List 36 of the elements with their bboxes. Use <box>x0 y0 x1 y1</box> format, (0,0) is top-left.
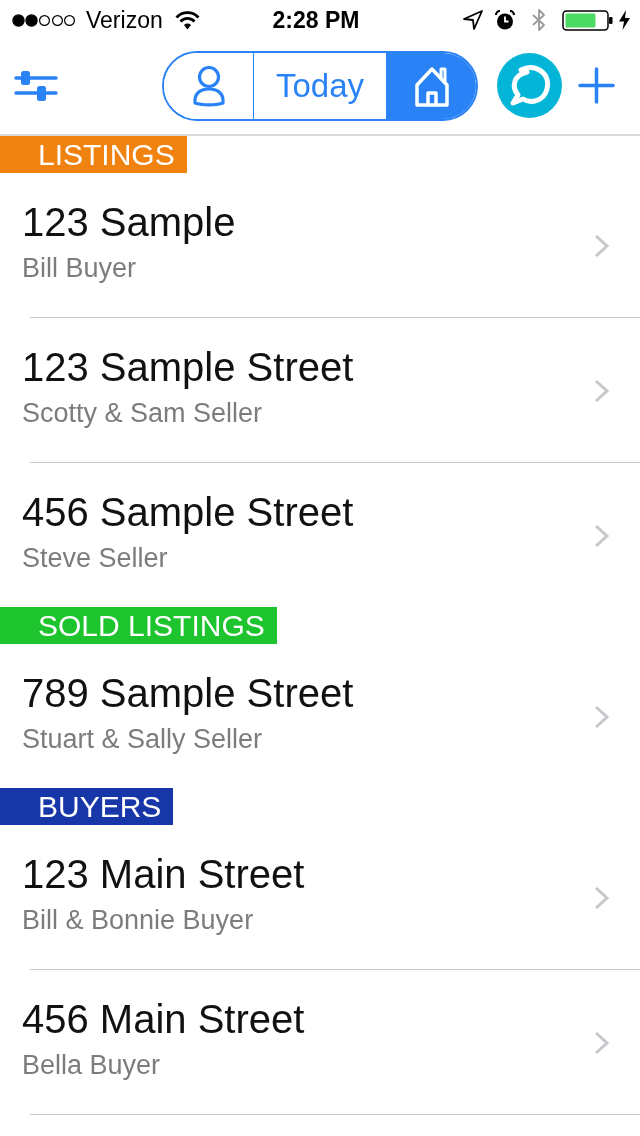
chevron-icon <box>594 1031 610 1055</box>
bluetooth-icon <box>531 8 547 32</box>
chevron-icon <box>594 886 610 910</box>
client-name: Bella Buyer <box>22 1049 161 1082</box>
address-text: 789 Sample Street <box>22 670 354 717</box>
address-text: 456 Sample Street <box>22 489 354 536</box>
segment-button[interactable] <box>386 52 476 119</box>
address-text: 456 Main Street <box>22 996 305 1043</box>
person-icon <box>190 64 227 107</box>
chevron-icon <box>594 524 610 548</box>
section-header: LISTINGS <box>0 136 187 173</box>
charging-bolt-icon <box>619 10 630 30</box>
chevron-icon <box>594 234 610 258</box>
location-arrow-icon <box>463 10 483 30</box>
sliders-icon[interactable] <box>14 70 58 101</box>
home-icon <box>413 64 450 107</box>
chevron-icon <box>594 705 610 729</box>
signal-icon <box>12 13 76 27</box>
client-name: Bill & Bonnie Buyer <box>22 904 254 937</box>
section-header: BUYERS <box>0 788 174 825</box>
chevron-icon <box>594 379 610 403</box>
battery-icon <box>562 9 613 31</box>
client-name: Scotty & Sam Seller <box>22 397 263 430</box>
client-name: Bill Buyer <box>22 252 137 285</box>
status-time: 2:28 PM <box>272 6 360 34</box>
section-header: SOLD LISTINGS <box>0 607 277 644</box>
plus-icon[interactable] <box>578 67 615 104</box>
wifi-icon <box>174 10 200 30</box>
address-text: 123 Main Street <box>22 851 305 898</box>
address-text: 123 Sample Street <box>22 344 354 391</box>
alarm-clock-icon <box>495 10 515 30</box>
chat-bubble-icon[interactable] <box>497 53 562 118</box>
client-name: Steve Seller <box>22 542 168 575</box>
carrier-name: Verizon <box>86 6 163 34</box>
address-text: 123 Sample <box>22 199 236 246</box>
client-name: Stuart & Sally Seller <box>22 723 263 756</box>
